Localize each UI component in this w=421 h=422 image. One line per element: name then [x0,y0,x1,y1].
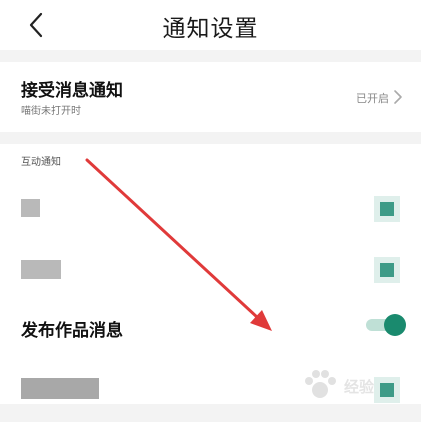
receive-notifications-status: 已开启 [356,92,389,105]
switch-knob [384,314,406,336]
divider [0,404,421,422]
blurred-row-label [21,378,99,399]
publish-works-switch[interactable] [366,314,406,336]
blurred-toggle[interactable] [374,257,400,283]
divider [0,132,421,144]
baidu-watermark: 经验 [300,368,410,402]
interaction-section-label: 互动通知 [21,157,61,168]
header-bar: 通知设置 [0,0,421,50]
blurred-toggle[interactable] [374,196,400,222]
divider [0,50,421,62]
notification-settings-screen: 通知设置 接受消息通知 喵街未打开时 已开启 互动通知 发布作品消息 经验 [0,0,421,422]
watermark-text: 经验 [344,378,375,396]
blurred-row-label [21,199,40,217]
blurred-row-label [21,260,61,279]
receive-notifications-title: 接受消息通知 [21,81,123,101]
page-title: 通知设置 [162,16,259,42]
chevron-right-icon [394,90,402,104]
publish-works-title: 发布作品消息 [21,321,123,341]
receive-notifications-row[interactable]: 接受消息通知 喵街未打开时 已开启 [0,62,421,132]
paw-logo-icon [305,370,336,398]
receive-notifications-subtitle: 喵街未打开时 [21,106,81,117]
